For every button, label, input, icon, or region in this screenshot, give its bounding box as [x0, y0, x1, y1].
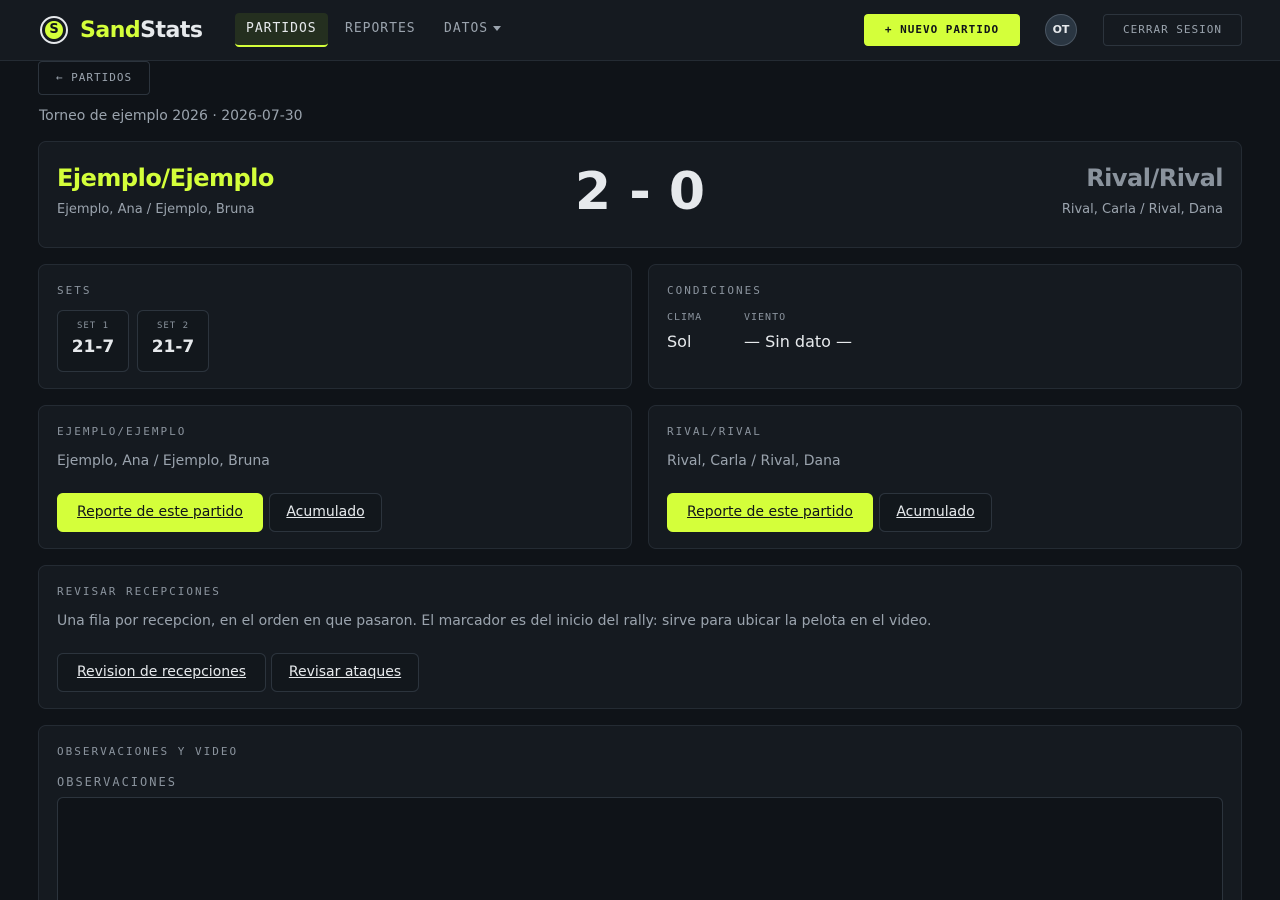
- brand-name-part2: Stats: [140, 17, 203, 43]
- set-score: 21-7: [71, 337, 115, 357]
- home-cumulative-button[interactable]: Acumulado: [269, 493, 382, 532]
- observations-card: OBSERVACIONES Y VIDEO OBSERVACIONES: [38, 725, 1242, 900]
- conditions-card: CONDICIONES CLIMA Sol VIENTO — Sin dato …: [648, 264, 1242, 389]
- nav-item-reportes[interactable]: REPORTES: [334, 13, 427, 47]
- match-subtitle: Torneo de ejemplo 2026 · 2026-07-30: [39, 108, 303, 124]
- attacks-review-button[interactable]: Revisar ataques: [271, 653, 419, 692]
- away-team-name: Rival/Rival: [1086, 164, 1223, 192]
- set-label: SET 2: [156, 321, 190, 331]
- home-card-title: EJEMPLO/EJEMPLO: [57, 425, 187, 438]
- weather-value: Sol: [667, 332, 692, 351]
- observations-title: OBSERVACIONES Y VIDEO: [57, 745, 239, 758]
- observations-field-label: OBSERVACIONES: [57, 775, 177, 789]
- conditions-title: CONDICIONES: [667, 284, 762, 297]
- set-label: SET 1: [76, 321, 110, 331]
- away-card-title: RIVAL/RIVAL: [667, 425, 762, 438]
- review-card: REVISAR RECEPCIONES Una fila por recepci…: [38, 565, 1242, 709]
- nav-item-datos[interactable]: DATOS: [433, 13, 512, 47]
- wind-value: — Sin dato —: [744, 332, 853, 351]
- logout-button[interactable]: CERRAR SESION: [1103, 14, 1242, 46]
- new-match-button[interactable]: + NUEVO PARTIDO: [864, 14, 1020, 46]
- away-team-players: Rival, Carla / Rival, Dana: [1061, 202, 1223, 217]
- away-cumulative-button[interactable]: Acumulado: [879, 493, 992, 532]
- set-box: SET 2 21-7: [137, 310, 209, 372]
- review-description: Una fila por recepcion, en el orden en q…: [57, 613, 932, 629]
- brand-logo-icon: S: [40, 16, 68, 44]
- nav-item-label: REPORTES: [345, 21, 416, 36]
- nav-item-label: PARTIDOS: [246, 21, 317, 36]
- home-card-players: Ejemplo, Ana / Ejemplo, Bruna: [57, 453, 270, 469]
- brand[interactable]: S SandStats: [40, 15, 203, 45]
- away-team-card: RIVAL/RIVAL Rival, Carla / Rival, Dana R…: [648, 405, 1242, 549]
- away-card-players: Rival, Carla / Rival, Dana: [667, 453, 841, 469]
- set-box: SET 1 21-7: [57, 310, 129, 372]
- back-button[interactable]: ← PARTIDOS: [38, 61, 150, 95]
- match-score: 2 - 0: [574, 162, 706, 222]
- away-report-button[interactable]: Reporte de este partido: [667, 493, 873, 532]
- sets-card: SETS SET 1 21-7 SET 2 21-7: [38, 264, 632, 389]
- brand-name: SandStats: [80, 17, 203, 43]
- nav-item-partidos[interactable]: PARTIDOS: [235, 13, 328, 47]
- home-team-card: EJEMPLO/EJEMPLO Ejemplo, Ana / Ejemplo, …: [38, 405, 632, 549]
- wind-label: VIENTO: [744, 312, 787, 323]
- brand-name-part1: Sand: [80, 17, 141, 43]
- home-report-button[interactable]: Reporte de este partido: [57, 493, 263, 532]
- set-score: 21-7: [151, 337, 195, 357]
- chevron-down-icon: [493, 26, 502, 31]
- avatar[interactable]: OT: [1045, 14, 1077, 46]
- top-navbar: S SandStats PARTIDOS REPORTES DATOS + NU…: [0, 0, 1280, 61]
- nav-item-label: DATOS: [444, 21, 489, 36]
- review-title: REVISAR RECEPCIONES: [57, 585, 221, 598]
- sets-title: SETS: [57, 284, 92, 297]
- scoreboard-card: Ejemplo/Ejemplo Ejemplo, Ana / Ejemplo, …: [38, 141, 1242, 248]
- weather-label: CLIMA: [667, 312, 703, 323]
- brand-logo-mark: S: [45, 21, 63, 39]
- observations-textarea[interactable]: [57, 797, 1223, 900]
- reception-review-button[interactable]: Revision de recepciones: [57, 653, 266, 692]
